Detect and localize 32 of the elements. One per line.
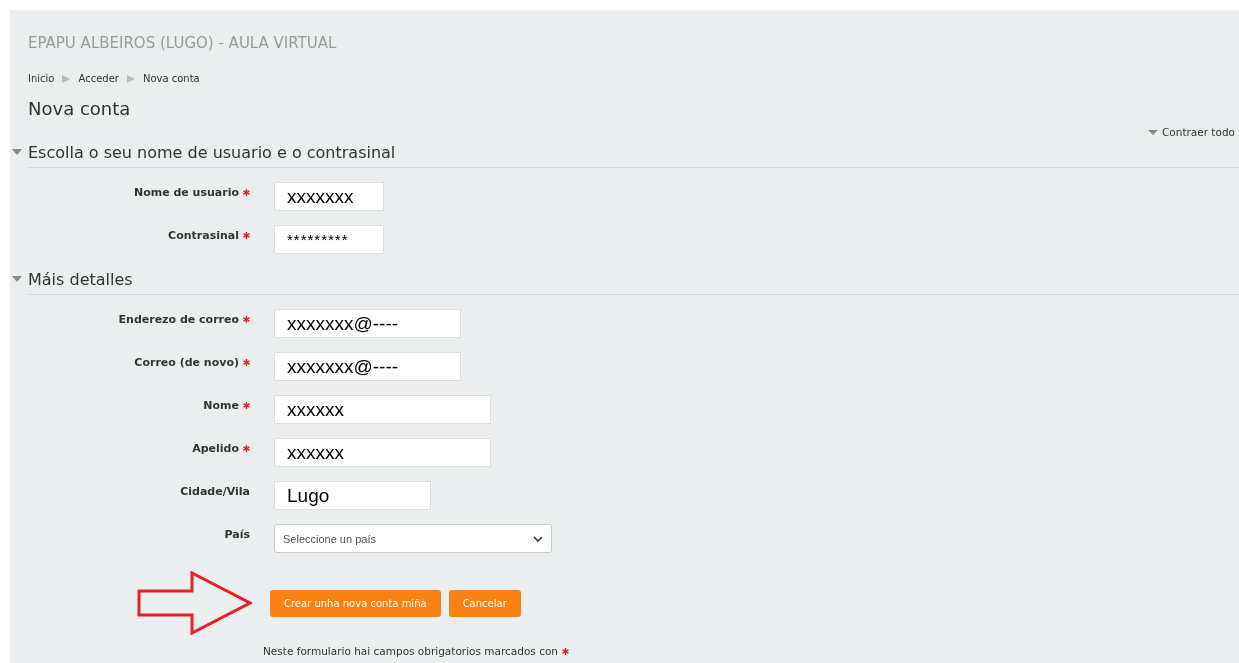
field-label: Correo (de novo) bbox=[134, 356, 239, 369]
collapse-caret-icon[interactable] bbox=[1147, 129, 1158, 135]
field-label: País bbox=[224, 528, 250, 541]
input-field[interactable]: xxxxxxx bbox=[274, 182, 384, 211]
required-icon bbox=[562, 647, 569, 655]
input-field[interactable]: Lugo bbox=[274, 481, 431, 510]
field-label: Apelido bbox=[192, 442, 239, 455]
field-label: Cidade/Vila bbox=[180, 485, 250, 498]
country-select[interactable]: Seleccione un país bbox=[274, 524, 552, 553]
field-label: Nome bbox=[203, 399, 239, 412]
breadcrumb-link[interactable]: Inicio bbox=[28, 73, 55, 84]
breadcrumb-link[interactable]: Nova conta bbox=[142, 73, 200, 84]
input-field[interactable]: xxxxxx bbox=[274, 438, 491, 467]
section-heading[interactable]: Escolla o seu nome de usuario e o contrasinal bbox=[28, 142, 396, 162]
field-label: Contrasinal bbox=[168, 229, 239, 242]
breadcrumb-separator-icon bbox=[62, 74, 71, 83]
input-field[interactable]: xxxxxx bbox=[274, 395, 491, 424]
collapse-caret-icon[interactable] bbox=[12, 149, 22, 155]
required-fields-note: Neste formulario hai campos obrigatorios marcados con bbox=[263, 645, 558, 657]
collapse-all-link[interactable]: Contraer todo bbox=[1161, 126, 1235, 138]
breadcrumb-link[interactable]: Acceder bbox=[78, 73, 119, 84]
chevron-down-icon bbox=[533, 535, 543, 542]
field-label: Enderezo de correo bbox=[118, 313, 239, 326]
input-field[interactable]: xxxxxxx@---- bbox=[274, 309, 461, 338]
arrow-icon bbox=[137, 571, 252, 635]
page-heading: Nova conta bbox=[28, 98, 132, 119]
field-label: Nome de usuario bbox=[133, 186, 239, 199]
breadcrumb-separator-icon bbox=[126, 74, 135, 83]
input-field[interactable]: xxxxxxx@---- bbox=[274, 352, 461, 381]
section-heading[interactable]: Máis detalles bbox=[28, 269, 133, 289]
collapse-caret-icon[interactable] bbox=[12, 276, 22, 282]
password-field[interactable]: ********* bbox=[274, 225, 384, 254]
